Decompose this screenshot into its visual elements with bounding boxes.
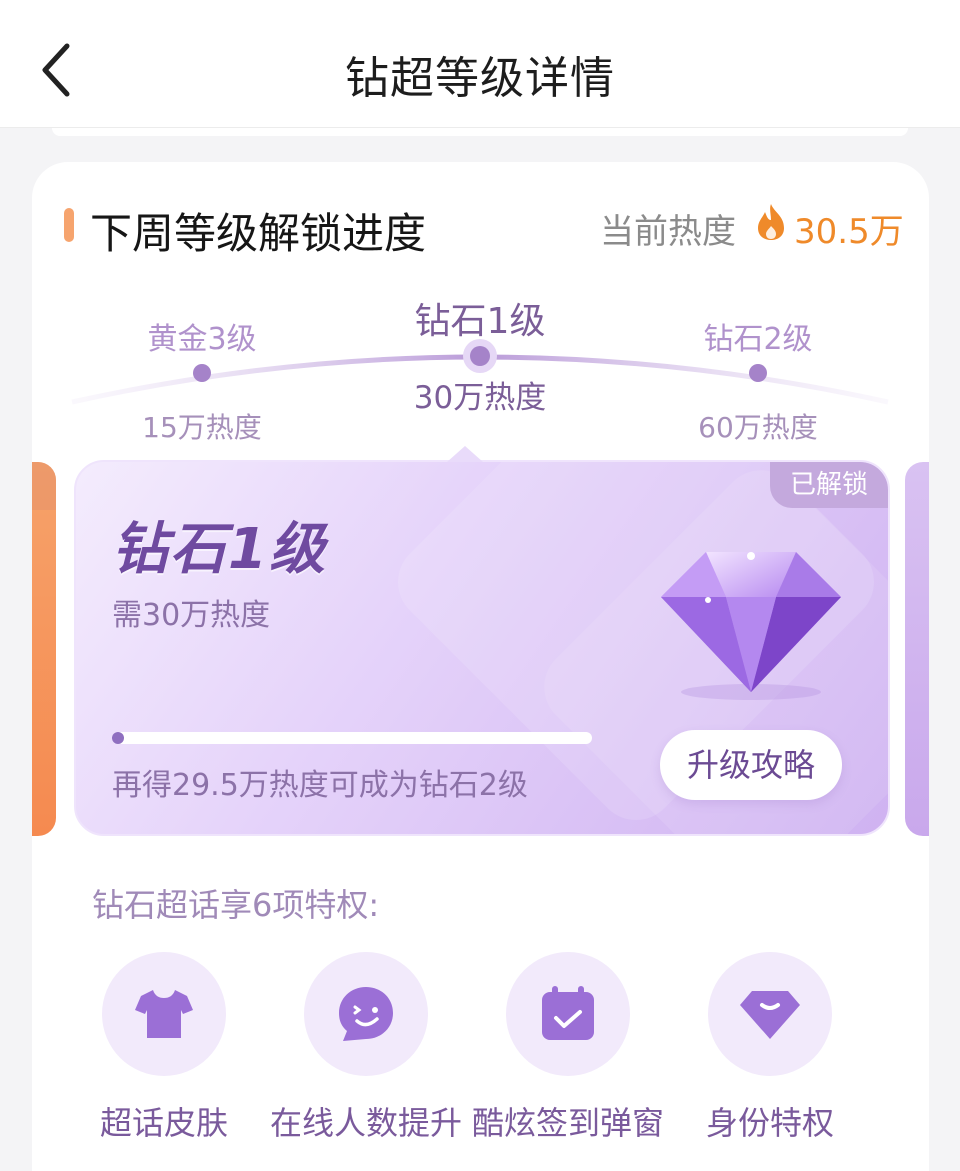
tshirt-icon	[135, 990, 193, 1038]
nav-bar: 钻超等级详情	[0, 0, 960, 128]
perk-item[interactable]: 身份特权	[670, 952, 870, 1144]
section-heading: 下周等级解锁进度	[90, 209, 427, 258]
track-level-name: 钻石1级	[414, 301, 546, 342]
upgrade-hint: 再得29.5万热度可成为钻石2级	[112, 768, 528, 803]
diamond-gem-icon	[661, 552, 841, 700]
track-level-diamond1[interactable]: 钻石1级 30万热度	[370, 292, 590, 417]
current-level-card: 已解锁 钻石1级 需30万热度 再得29.5万热度可成为钻石2级 升级攻略	[74, 460, 890, 836]
smile-chat-icon	[339, 987, 393, 1041]
level-requirement: 需30万热度	[112, 598, 271, 633]
perks-title: 钻石超话享6项特权:	[92, 886, 380, 924]
prev-level-card-peek[interactable]	[32, 462, 56, 836]
unlocked-badge: 已解锁	[769, 462, 888, 508]
track-level-requirement: 60万热度	[698, 411, 818, 444]
perk-item[interactable]: 超话皮肤	[64, 952, 264, 1144]
level-progress-bar	[112, 732, 592, 744]
perk-label: 酷炫签到弹窗	[471, 1104, 664, 1142]
track-level-requirement: 15万热度	[142, 411, 262, 444]
page-title: 钻超等级详情	[345, 53, 615, 104]
level-carousel[interactable]: 已解锁 钻石1级 需30万热度 再得29.5万热度可成为钻石2级 升级攻略	[32, 446, 929, 840]
diamond-badge-icon	[740, 991, 800, 1039]
next-level-card-peek[interactable]	[905, 462, 929, 836]
header-strip	[52, 128, 908, 136]
carousel-pointer	[447, 446, 483, 462]
track-level-requirement: 30万热度	[413, 380, 547, 416]
level-name: 钻石1级	[112, 517, 327, 582]
perk-label: 超话皮肤	[99, 1104, 228, 1142]
current-heat-label: 当前热度	[600, 212, 736, 252]
level-track: 黄金3级 15万热度 钻石1级 30万热度 钻石2级 60万热度	[32, 292, 929, 444]
perk-item[interactable]: 酷炫签到弹窗	[468, 952, 668, 1144]
heading-accent-bar	[64, 208, 74, 242]
perk-label: 身份特权	[705, 1104, 834, 1142]
upgrade-guide-button[interactable]: 升级攻略	[660, 730, 842, 800]
perk-label: 在线人数提升	[269, 1104, 462, 1142]
level-progress-card: 下周等级解锁进度 当前热度 30.5万 黄金3级 15万热度 钻石1级 30万热…	[32, 162, 929, 1171]
track-level-name: 钻石2级	[703, 322, 813, 357]
calendar-check-icon	[542, 986, 594, 1040]
flame-icon	[758, 204, 784, 240]
track-level-diamond2[interactable]: 钻石2级 60万热度	[648, 314, 868, 446]
level-progress-fill	[112, 732, 124, 744]
track-level-name: 黄金3级	[147, 322, 257, 357]
perk-item[interactable]: 在线人数提升	[266, 952, 466, 1144]
current-heat-value: 30.5万	[794, 212, 904, 252]
track-level-gold3[interactable]: 黄金3级 15万热度	[92, 314, 312, 446]
